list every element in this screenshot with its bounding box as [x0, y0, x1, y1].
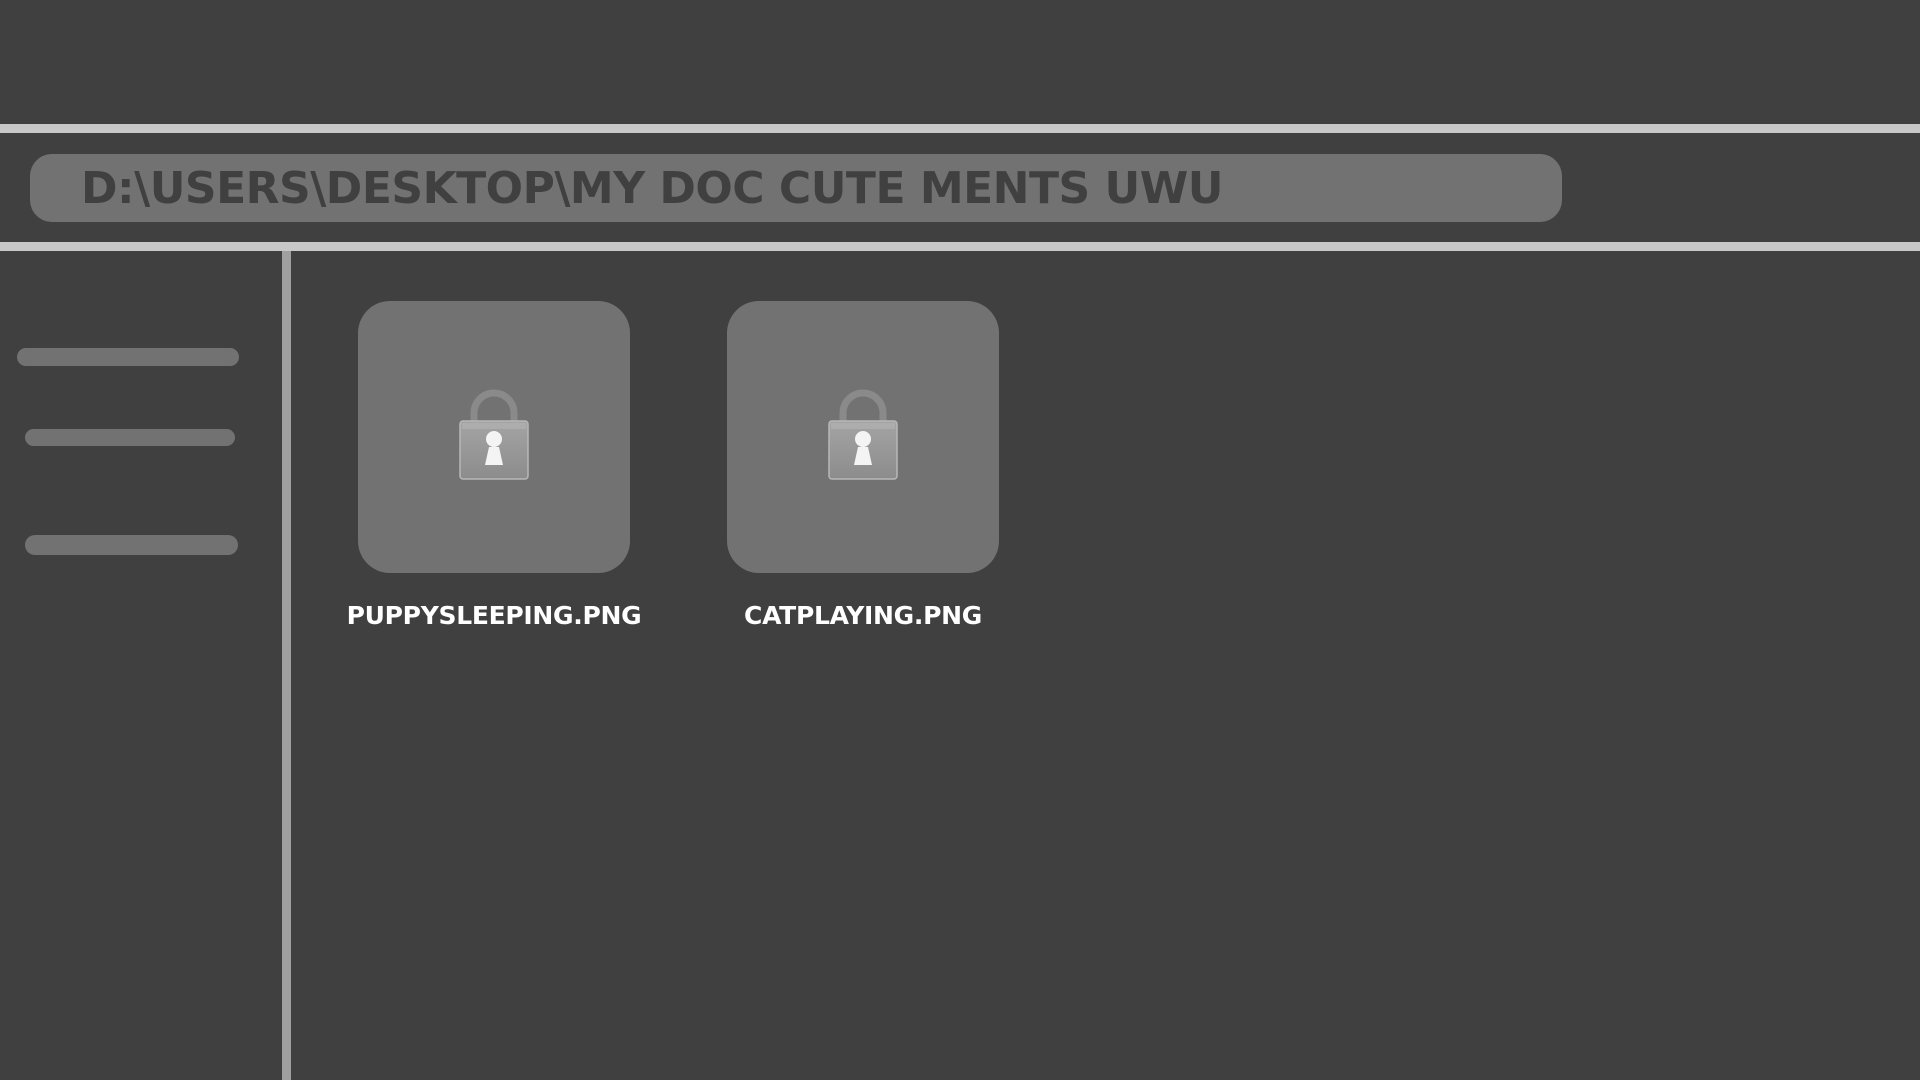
toolbar-divider	[0, 242, 1920, 251]
top-divider	[0, 124, 1920, 133]
sidebar-item-3[interactable]	[25, 535, 238, 555]
sidebar-item-2[interactable]	[25, 429, 235, 446]
file-thumbnail[interactable]	[727, 301, 999, 573]
file-item-catplaying[interactable]: CATPLAYING.PNG	[727, 301, 999, 630]
sidebar	[0, 251, 282, 1080]
file-thumbnail[interactable]	[358, 301, 630, 573]
address-path: D:\USERS\DESKTOP\MY DOC CUTE MENTS UWU	[81, 162, 1224, 214]
address-bar[interactable]: D:\USERS\DESKTOP\MY DOC CUTE MENTS UWU	[30, 154, 1562, 222]
title-area	[0, 0, 1920, 124]
file-item-puppysleeping[interactable]: PUPPYSLEEPING.PNG	[347, 301, 642, 630]
file-name-label: CATPLAYING.PNG	[744, 601, 982, 630]
file-name-label: PUPPYSLEEPING.PNG	[346, 601, 642, 630]
sidebar-item-1[interactable]	[17, 348, 239, 366]
lock-icon	[828, 389, 898, 480]
sidebar-divider[interactable]	[282, 251, 291, 1080]
lock-icon	[459, 389, 529, 480]
file-explorer-window: D:\USERS\DESKTOP\MY DOC CUTE MENTS UWU P…	[0, 0, 1920, 1080]
